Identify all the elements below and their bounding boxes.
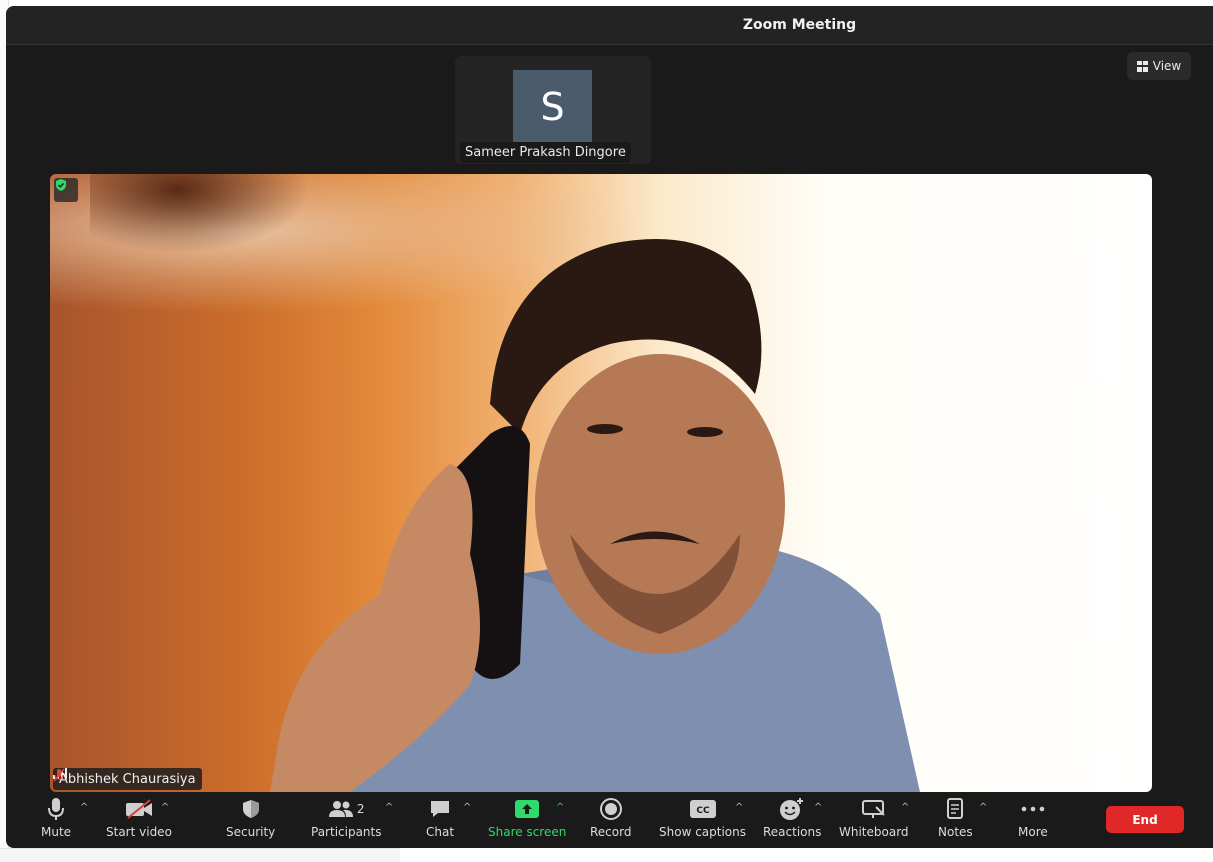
participant-name-tag: Abhishek Chaurasiya [53, 768, 202, 790]
record-icon [599, 798, 622, 820]
zoom-window: Zoom Meeting View S Sameer Prakash Dingo… [6, 6, 1213, 848]
captions-options-chevron-up-icon[interactable]: ^ [735, 802, 743, 813]
participants-label: Participants [311, 825, 382, 839]
participant-name: Abhishek Chaurasiya [59, 771, 196, 787]
svg-text:CC: CC [696, 806, 710, 816]
participant-thumbnail[interactable]: S Sameer Prakash Dingore [455, 56, 651, 164]
share-screen-button[interactable]: Share screen [488, 796, 566, 839]
grid-icon [1136, 60, 1148, 72]
muted-mic-icon [53, 768, 65, 782]
start-video-label: Start video [106, 825, 172, 839]
more-button[interactable]: More [1018, 796, 1048, 839]
whiteboard-icon [861, 800, 885, 818]
meeting-toolbar: Mute ^ Start video ^ Security 2 Particip… [6, 792, 1213, 848]
video-person [270, 239, 920, 792]
security-label: Security [226, 825, 276, 839]
smiley-add-icon [780, 798, 804, 820]
chat-button[interactable]: Chat [426, 796, 454, 839]
participants-options-chevron-up-icon[interactable]: ^ [385, 802, 393, 813]
window-title: Zoom Meeting [742, 17, 857, 33]
video-off-icon [125, 799, 152, 819]
share-screen-label: Share screen [488, 825, 567, 839]
notes-label: Notes [938, 825, 973, 839]
mute-options-chevron-up-icon[interactable]: ^ [80, 802, 88, 813]
more-dots-icon [1021, 806, 1045, 812]
microphone-icon [48, 798, 65, 820]
video-options-chevron-up-icon[interactable]: ^ [161, 802, 169, 813]
notes-button[interactable]: Notes [938, 796, 973, 839]
notes-icon [947, 798, 964, 819]
reactions-button[interactable]: Reactions [763, 796, 821, 839]
shield-icon [242, 800, 259, 818]
security-button[interactable]: Security [226, 796, 275, 839]
share-options-chevron-up-icon[interactable]: ^ [556, 802, 564, 813]
background-app-bottom [0, 848, 400, 862]
record-label: Record [590, 825, 632, 839]
main-video-tile[interactable]: Abhishek Chaurasiya [50, 174, 1152, 792]
chat-icon [431, 801, 450, 817]
reactions-options-chevron-up-icon[interactable]: ^ [814, 802, 822, 813]
participants-button[interactable]: 2 Participants [311, 796, 382, 839]
encryption-shield-icon[interactable] [54, 178, 78, 202]
end-button[interactable]: End [1106, 806, 1184, 833]
notes-options-chevron-up-icon[interactable]: ^ [979, 802, 987, 813]
record-button[interactable]: Record [590, 796, 631, 839]
view-button[interactable]: View [1127, 52, 1191, 80]
title-bar: Zoom Meeting [6, 6, 1213, 45]
chat-options-chevron-up-icon[interactable]: ^ [463, 802, 471, 813]
whiteboard-button[interactable]: Whiteboard [839, 796, 909, 839]
participant-count: 2 [356, 802, 365, 816]
whiteboard-options-chevron-up-icon[interactable]: ^ [901, 802, 909, 813]
whiteboard-label: Whiteboard [839, 825, 909, 839]
mute-label: Mute [41, 825, 72, 839]
cc-icon: CC [689, 800, 716, 818]
show-captions-label: Show captions [659, 825, 746, 839]
share-screen-icon [515, 800, 540, 818]
more-label: More [1018, 825, 1048, 839]
avatar: S [513, 70, 592, 144]
participants-icon [328, 801, 353, 817]
view-label: View [1152, 59, 1182, 73]
show-captions-button[interactable]: CC Show captions [659, 796, 746, 839]
mute-button[interactable]: Mute [41, 796, 71, 839]
reactions-label: Reactions [763, 825, 822, 839]
chat-label: Chat [426, 825, 455, 839]
thumbnail-name: Sameer Prakash Dingore [460, 142, 631, 163]
